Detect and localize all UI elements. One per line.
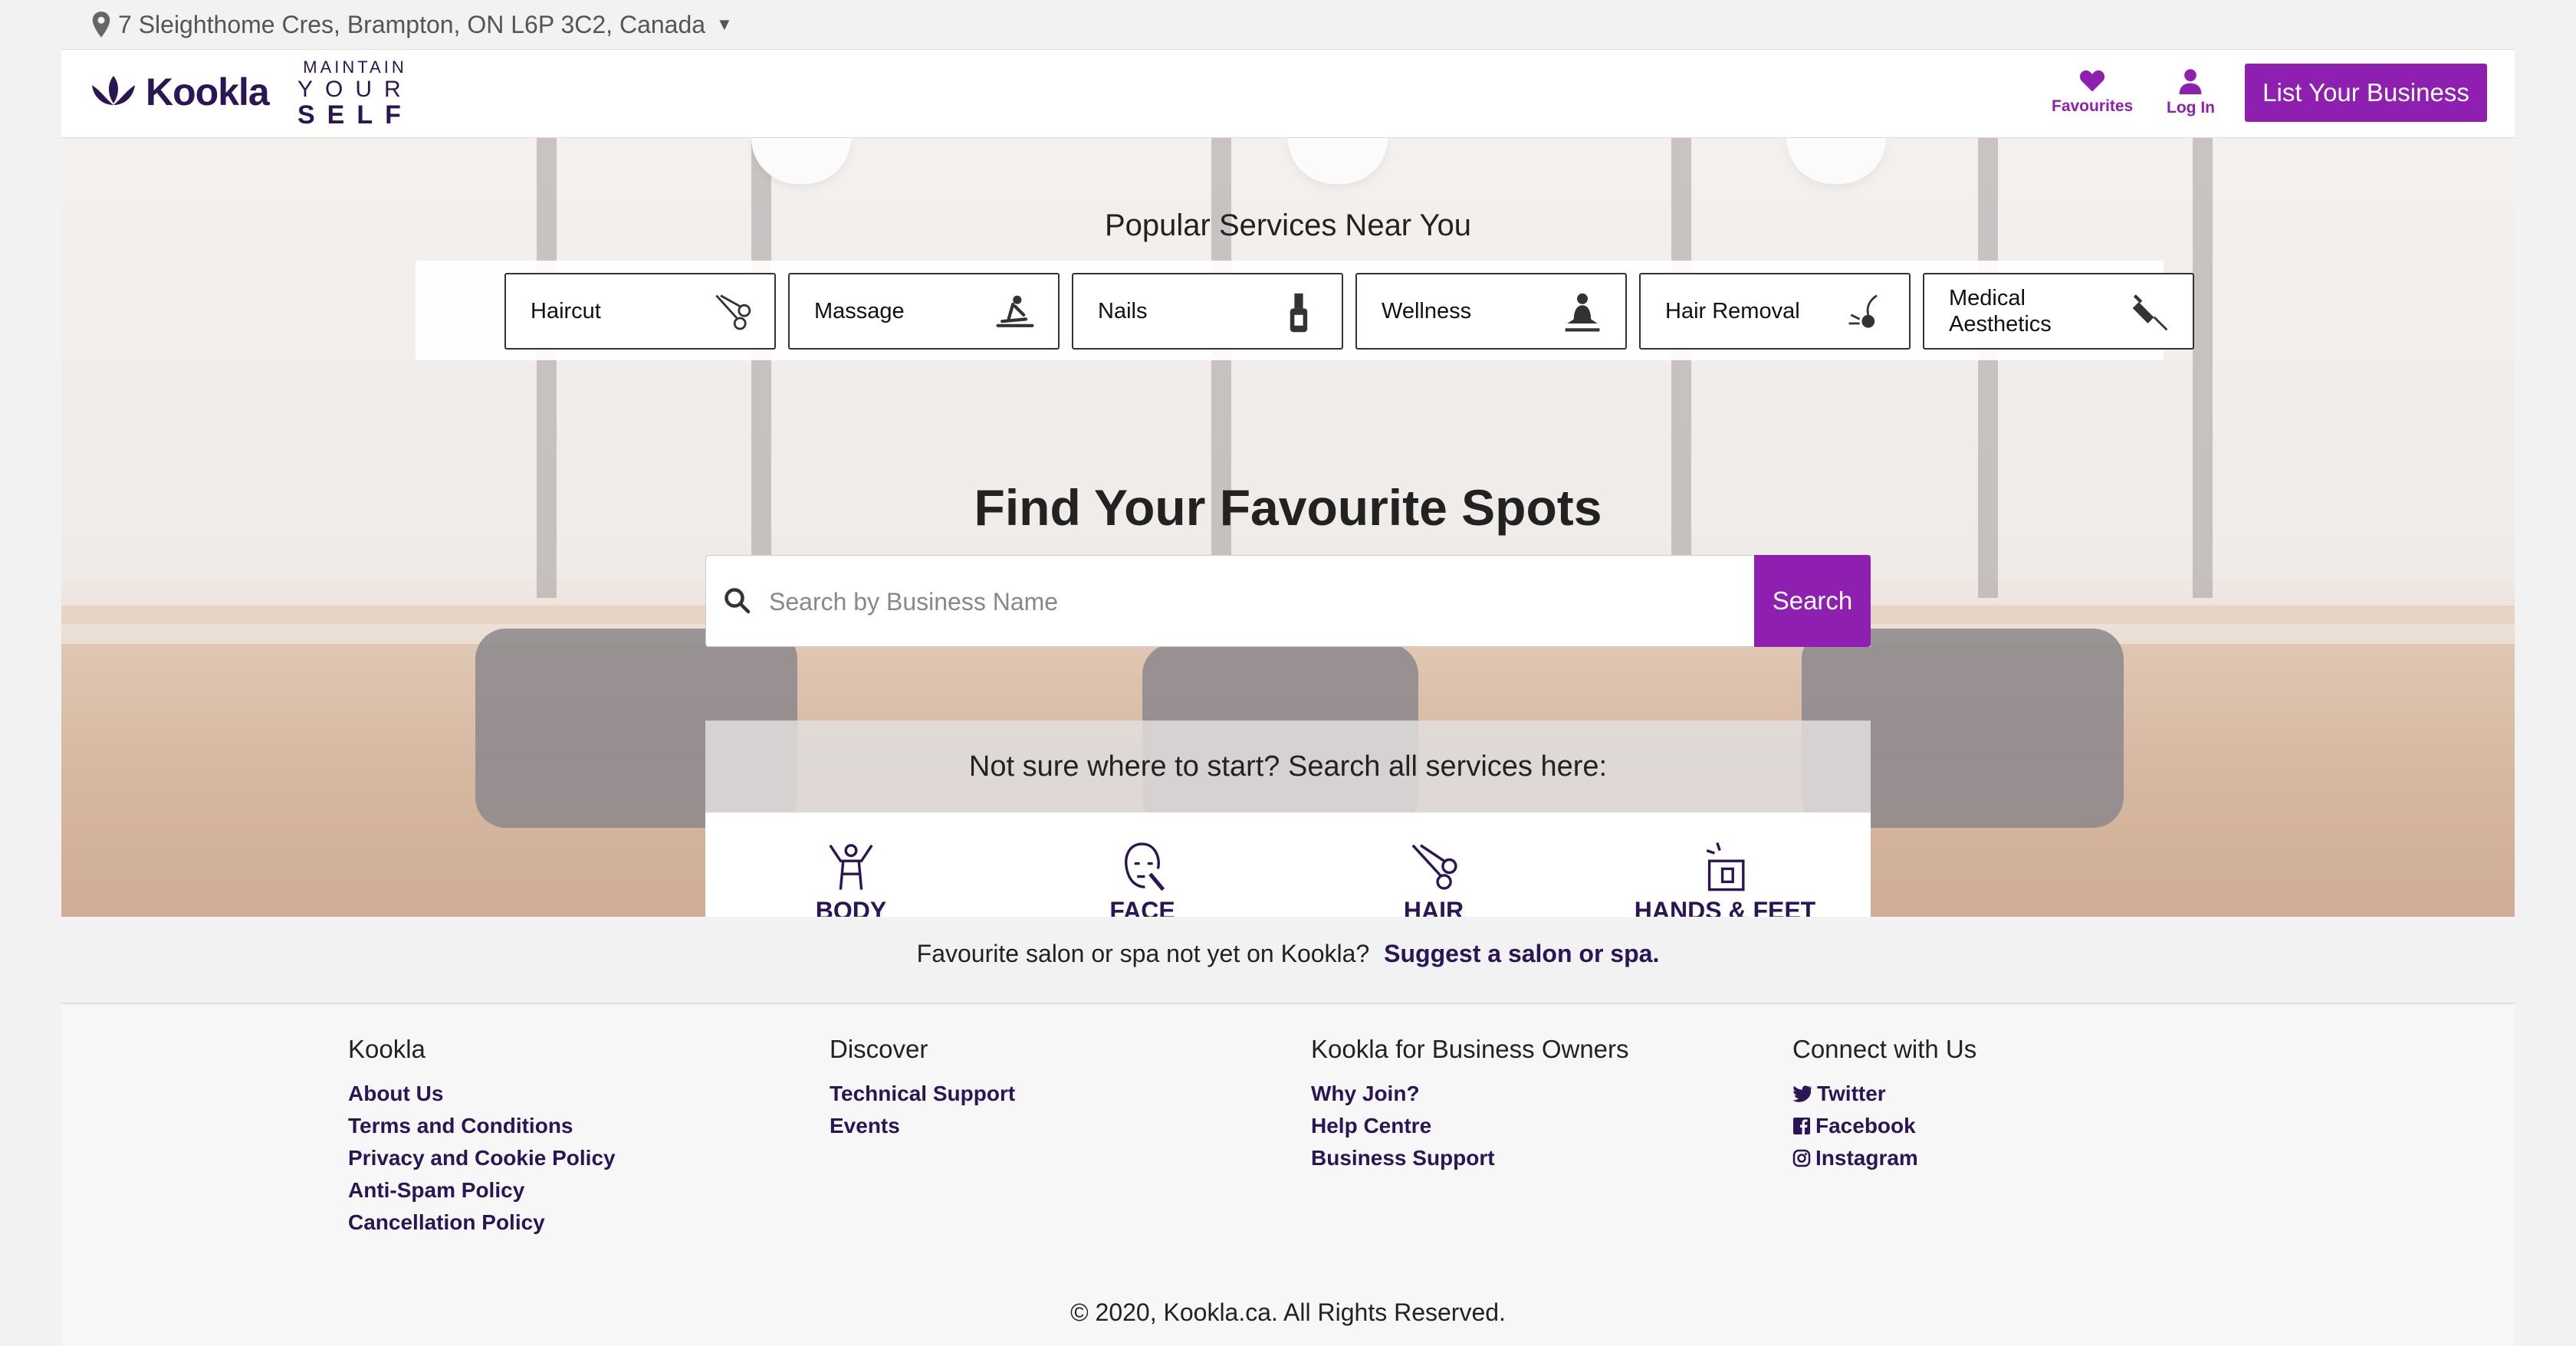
service-massage[interactable]: Massage (788, 273, 1060, 350)
chevron-down-icon: ▼ (716, 15, 733, 34)
suggest-text: Favourite salon or spa not yet on Kookla… (916, 940, 1370, 967)
syringe-icon (2132, 294, 2168, 331)
find-spots-title: Find Your Favourite Spots (974, 479, 1602, 536)
footer-link-instagram[interactable]: Instagram (1792, 1142, 1976, 1174)
facebook-icon (1793, 1118, 1810, 1134)
service-medical-aesthetics[interactable]: Medical Aesthetics (1923, 273, 2194, 350)
categories-title: Not sure where to start? Search all serv… (705, 721, 1871, 813)
footer-link-terms[interactable]: Terms and Conditions (348, 1110, 616, 1142)
footer-link-privacy[interactable]: Privacy and Cookie Policy (348, 1142, 616, 1174)
twitter-label: Twitter (1817, 1082, 1886, 1105)
location-address: 7 Sleighthome Cres, Brampton, ON L6P 3C2… (118, 10, 706, 38)
tagline-line3: SELF (297, 100, 413, 130)
service-hair-removal[interactable]: Hair Removal (1639, 273, 1911, 350)
copyright-text: © 2020, Kookla.ca. All Rights Reserved. (1070, 1298, 1506, 1326)
category-hands-feet[interactable]: HANDS & FEET (1579, 840, 1871, 917)
categories-panel: BODY FACE HAIR HANDS & FEET (705, 813, 1871, 917)
footer-heading: Discover (830, 1035, 928, 1063)
instagram-label: Instagram (1815, 1146, 1918, 1170)
location-bar[interactable]: 7 Sleighthome Cres, Brampton, ON L6P 3C2… (0, 0, 2576, 49)
search-box (705, 555, 1871, 647)
footer-link-events[interactable]: Events (830, 1110, 1015, 1142)
footer-link-why-join[interactable]: Why Join? (1311, 1078, 1629, 1110)
category-label: HANDS & FEET (1634, 897, 1816, 917)
footer-link-business-support[interactable]: Business Support (1311, 1142, 1629, 1174)
favourites-link[interactable]: Favourites (2052, 68, 2133, 116)
category-hair[interactable]: HAIR (1288, 840, 1579, 917)
footer-column-kookla: Kookla About Us Terms and Conditions Pri… (348, 1035, 616, 1239)
search-input[interactable] (769, 571, 1720, 632)
footer-column-connect: Connect with Us Twitter Facebook Instagr… (1792, 1035, 1976, 1174)
footer-link-about-us[interactable]: About Us (348, 1078, 616, 1110)
meditation-icon (1565, 293, 1600, 332)
background-lamp (1786, 138, 1886, 184)
site-footer: Kookla About Us Terms and Conditions Pri… (61, 1003, 2515, 1346)
logo-text: Kookla (146, 71, 270, 113)
footer-link-cancellation[interactable]: Cancellation Policy (348, 1206, 616, 1239)
category-body[interactable]: BODY (705, 840, 997, 917)
category-label: FACE (1109, 897, 1175, 917)
footer-column-discover: Discover Technical Support Events (830, 1035, 1015, 1142)
footer-heading: Kookla (348, 1035, 426, 1063)
heart-icon (2080, 70, 2105, 92)
nail-polish-icon (1290, 293, 1308, 333)
facebook-label: Facebook (1815, 1114, 1916, 1138)
scissors-icon (715, 294, 751, 330)
tagline-line2: YOUR (297, 77, 413, 102)
suggest-salon-link[interactable]: Suggest a salon or spa. (1384, 940, 1659, 967)
massage-icon (996, 295, 1034, 327)
hands-feet-icon (1706, 842, 1745, 891)
search-icon (724, 588, 751, 614)
service-label: Nails (1098, 299, 1148, 323)
body-icon (829, 844, 873, 890)
login-link[interactable]: Log In (2167, 68, 2215, 117)
footer-link-twitter[interactable]: Twitter (1792, 1078, 1976, 1110)
footer-link-help-centre[interactable]: Help Centre (1311, 1110, 1629, 1142)
footer-link-facebook[interactable]: Facebook (1792, 1110, 1976, 1142)
service-wellness[interactable]: Wellness (1355, 273, 1627, 350)
list-your-business-button[interactable]: List Your Business (2245, 64, 2487, 122)
service-haircut[interactable]: Haircut (504, 273, 776, 350)
face-icon (1125, 842, 1165, 891)
service-label: Wellness (1382, 299, 1472, 323)
background-lamp (1288, 138, 1388, 184)
service-label: Hair Removal (1665, 299, 1800, 323)
map-pin-icon (92, 11, 110, 38)
tagline-line1: MAINTAIN (303, 57, 407, 77)
category-label: HAIR (1403, 897, 1464, 917)
user-icon (2180, 69, 2202, 94)
footer-link-technical-support[interactable]: Technical Support (830, 1078, 1015, 1110)
suggest-bar: Favourite salon or spa not yet on Kookla… (61, 940, 2515, 968)
service-label: Massage (814, 299, 905, 323)
footer-link-anti-spam[interactable]: Anti-Spam Policy (348, 1174, 616, 1206)
page: Kookla MAINTAIN YOUR SELF Favourites Log… (61, 49, 2515, 1346)
service-nails[interactable]: Nails (1072, 273, 1343, 350)
popular-services-title: Popular Services Near You (1104, 208, 1472, 242)
footer-column-business-owners: Kookla for Business Owners Why Join? Hel… (1311, 1035, 1629, 1174)
lotus-icon (92, 76, 135, 105)
hair-scissors-icon (1411, 844, 1457, 890)
maintain-yourself-logo: MAINTAIN YOUR SELF (297, 57, 412, 128)
instagram-icon (1792, 1149, 1811, 1167)
login-label: Log In (2167, 99, 2215, 117)
site-header: Kookla MAINTAIN YOUR SELF Favourites Log… (61, 49, 2515, 138)
twitter-icon (1792, 1085, 1812, 1102)
footer-heading: Kookla for Business Owners (1311, 1035, 1629, 1063)
category-face[interactable]: FACE (997, 840, 1288, 917)
service-label: Haircut (531, 299, 601, 323)
kookla-logo[interactable]: Kookla (89, 70, 270, 114)
popular-services-panel: Haircut Massage Nails Wellness Hair Remo… (416, 261, 2194, 360)
favourites-label: Favourites (2052, 97, 2134, 115)
category-label: BODY (815, 897, 887, 917)
search-button[interactable]: Search (1754, 555, 1871, 647)
hero-section: Popular Services Near You Haircut Massag… (61, 138, 2515, 917)
service-label: Medical Aesthetics (1949, 286, 2052, 336)
hair-removal-icon (1848, 294, 1878, 328)
footer-heading: Connect with Us (1792, 1035, 1977, 1063)
